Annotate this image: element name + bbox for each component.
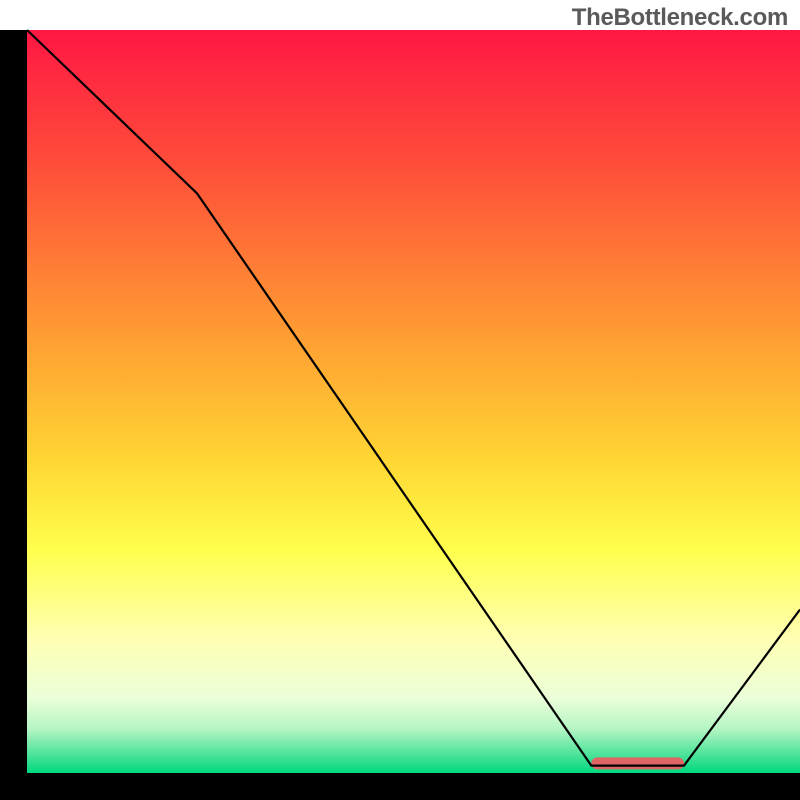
y-axis — [0, 30, 27, 800]
watermark-text: TheBottleneck.com — [572, 4, 788, 32]
optimal-range-marker — [591, 757, 684, 769]
chart-container: TheBottleneck.com — [0, 0, 800, 800]
bottleneck-chart — [0, 0, 800, 800]
x-axis — [0, 773, 800, 800]
